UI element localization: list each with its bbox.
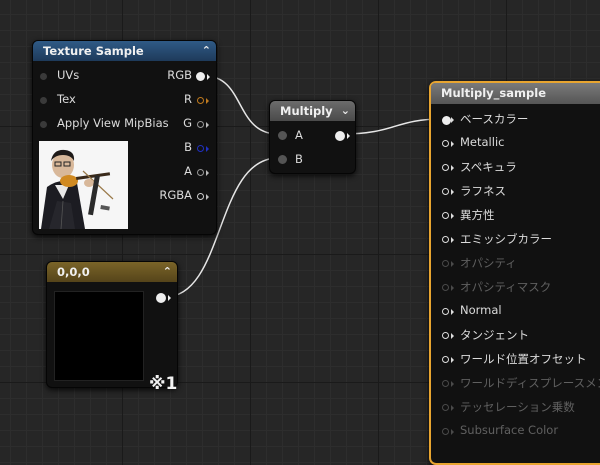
pin-b[interactable]: [197, 145, 204, 152]
material-pin-label: ワールドディスプレースメント: [460, 376, 600, 390]
pin-label-rgba: RGBA: [159, 188, 192, 202]
material-pin-arrow-icon: [451, 309, 454, 315]
material-pin-2[interactable]: [442, 164, 449, 171]
pin-a[interactable]: [197, 169, 204, 176]
material-pin-arrow-icon: [451, 357, 454, 363]
pin-label-r: R: [184, 92, 192, 106]
material-title: Multiply_sample: [441, 86, 546, 100]
constant-vector-node[interactable]: 0,0,0 ⌃: [46, 261, 178, 388]
pin-input-a[interactable]: [278, 131, 287, 140]
material-pin-arrow-icon: [451, 213, 454, 219]
violinist-photo-image: [39, 141, 128, 229]
material-pin-10[interactable]: [442, 356, 449, 363]
material-pin-5[interactable]: [442, 236, 449, 243]
material-pin-label: Metallic: [460, 135, 505, 149]
material-pin-arrow-icon: [451, 381, 454, 387]
multiply-node[interactable]: Multiply ⌄ A B: [269, 100, 356, 174]
material-pin-13[interactable]: [442, 428, 449, 435]
pin-input-b[interactable]: [278, 155, 287, 164]
wire-multiply-to-basecolor: [342, 118, 443, 135]
material-pin-8[interactable]: [442, 308, 449, 315]
texture-sample-node[interactable]: Texture Sample ⌃ UVs Tex Apply View MipB…: [32, 40, 217, 235]
pin-label-input-a: A: [295, 128, 303, 142]
material-result-node[interactable]: Multiply_sample ベースカラー Metallic スペキュララフネス異…: [429, 81, 600, 465]
color-swatch[interactable]: [54, 291, 144, 381]
pin-output-arrow-icon: [347, 133, 350, 139]
material-pin-label: Subsurface Color: [460, 423, 559, 437]
material-pin-6[interactable]: [442, 260, 449, 267]
material-pin-7[interactable]: [442, 284, 449, 291]
material-pin-arrow-icon: [451, 333, 454, 339]
material-pin-11[interactable]: [442, 380, 449, 387]
pin-constant-arrow-icon: [168, 295, 171, 301]
material-pin-arrow-icon: [451, 429, 454, 435]
material-pin-label: ラフネス: [460, 184, 506, 198]
material-pin-label: 異方性: [460, 208, 495, 222]
collapse-chevron-icon[interactable]: ⌃: [163, 262, 172, 282]
pin-rgba-arrow-icon: [206, 194, 209, 200]
pin-uvs[interactable]: [40, 73, 47, 80]
pin-g[interactable]: [197, 121, 204, 128]
material-header[interactable]: Multiply_sample: [431, 83, 600, 104]
pin-rgba[interactable]: [197, 193, 204, 200]
pin-constant-output[interactable]: [156, 293, 166, 303]
pin-label-rgb: RGB: [167, 68, 192, 82]
multiply-header[interactable]: Multiply ⌄: [270, 101, 355, 121]
pin-label-apply-view-mipbias: Apply View MipBias: [57, 116, 169, 130]
material-pin-arrow-icon: [451, 237, 454, 243]
material-pin-arrow-icon: [451, 141, 454, 147]
material-pin-label: スペキュラ: [460, 160, 517, 174]
pin-rgb-arrow-icon: [207, 74, 210, 80]
material-pin-arrow-icon: [451, 165, 454, 171]
material-pin-9[interactable]: [442, 332, 449, 339]
material-pin-1[interactable]: [442, 140, 449, 147]
pin-label-g: G: [183, 116, 192, 130]
annotation-note: ※1: [149, 374, 178, 394]
pin-apply-view-mipbias[interactable]: [40, 121, 47, 128]
pin-label-b: B: [184, 140, 192, 154]
pin-tex[interactable]: [40, 97, 47, 104]
constant-header[interactable]: 0,0,0 ⌃: [47, 262, 177, 282]
material-pin-arrow-icon: [451, 405, 454, 411]
material-pin-4[interactable]: [442, 212, 449, 219]
material-pin-arrow-icon: [451, 189, 454, 195]
material-pin-label: ベースカラー: [460, 112, 529, 126]
material-pin-label: Normal: [460, 303, 502, 317]
multiply-title: Multiply: [280, 104, 333, 118]
material-pin-label: テッセレーション乗数: [460, 400, 575, 414]
pin-label-uvs: UVs: [57, 68, 80, 82]
pin-rgb[interactable]: [196, 72, 205, 81]
pin-g-arrow-icon: [206, 122, 209, 128]
material-pin-label: ワールド位置オフセット: [460, 352, 587, 366]
material-pin-arrow-icon: [451, 261, 454, 267]
material-pin-3[interactable]: [442, 188, 449, 195]
texture-preview-thumbnail: [39, 141, 128, 229]
pin-label-tex: Tex: [57, 92, 76, 106]
material-pin-12[interactable]: [442, 404, 449, 411]
pin-label-input-b: B: [295, 152, 303, 166]
material-pin-label: オパシティマスク: [460, 280, 552, 294]
pin-r-arrow-icon: [206, 98, 209, 104]
constant-title: 0,0,0: [57, 265, 90, 279]
material-pin-label: エミッシブカラー: [460, 232, 552, 246]
material-pin-label: タンジェント: [460, 328, 529, 342]
texture-sample-title: Texture Sample: [43, 44, 144, 58]
pin-output[interactable]: [335, 131, 345, 141]
material-pin-0[interactable]: [442, 116, 451, 125]
pin-r[interactable]: [197, 97, 204, 104]
material-pin-label: オパシティ: [460, 256, 517, 270]
pin-label-a: A: [184, 164, 192, 178]
expand-chevron-icon[interactable]: ⌄: [341, 101, 350, 121]
texture-sample-header[interactable]: Texture Sample ⌃: [33, 41, 216, 61]
pin-b-arrow-icon: [206, 146, 209, 152]
pin-a-arrow-icon: [206, 170, 209, 176]
material-pin-arrow-icon: [451, 285, 454, 291]
collapse-chevron-icon[interactable]: ⌃: [202, 41, 211, 61]
material-pin-arrow-icon: [451, 117, 454, 123]
